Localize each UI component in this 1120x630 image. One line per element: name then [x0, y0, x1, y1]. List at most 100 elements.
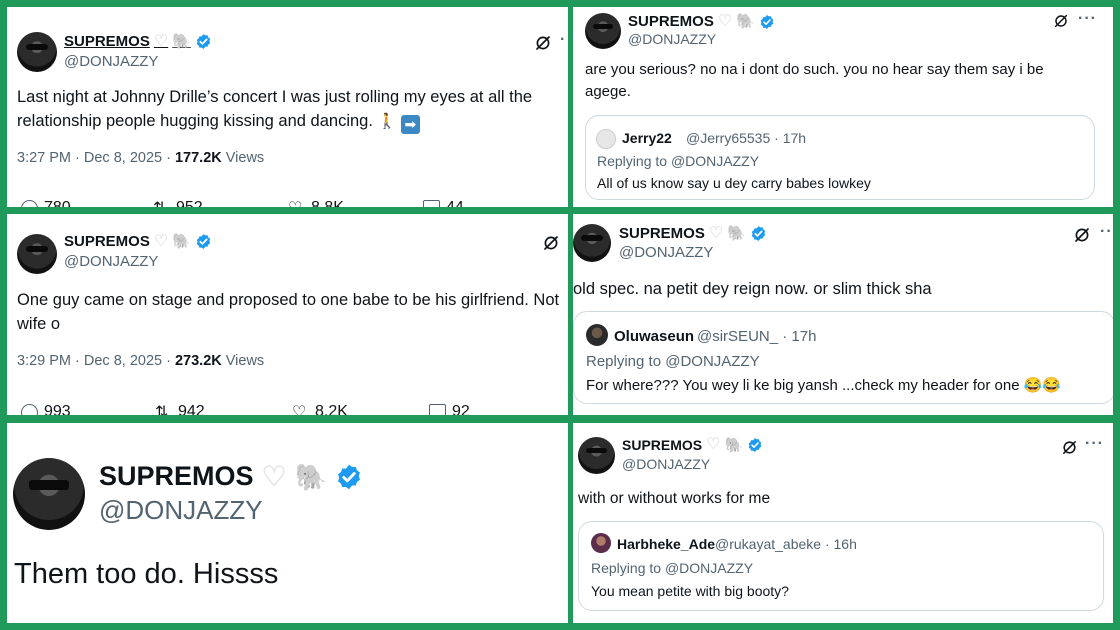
display-name-text: SUPREMOS — [628, 13, 714, 30]
reply-button[interactable]: 780 — [21, 199, 71, 207]
quoted-tweet[interactable]: Jerry22 @Jerry65535 · 17h Replying to @D… — [585, 115, 1095, 200]
tweet-panel-5[interactable]: SUPREMOS ♡ 🐘 @DONJAZZY Them too do. Hiss… — [7, 423, 568, 623]
grok-icon[interactable] — [1061, 439, 1078, 456]
views-count: 273.2K — [174, 353, 222, 369]
like-button[interactable]: ♡ 8.8K — [288, 199, 344, 207]
display-name[interactable]: SUPREMOS ♡ 🐘 — [619, 225, 767, 242]
avatar[interactable] — [13, 458, 85, 530]
quote-handle[interactable]: @sirSEUN_ · 17h — [697, 328, 816, 345]
tweet-panel-4[interactable]: SUPREMOS ♡ 🐘 @DONJAZZY ·· old spec. na p… — [573, 214, 1113, 415]
timestamp[interactable]: 3:27 PM · Dec 8, 2025 · — [17, 150, 175, 166]
user-handle[interactable]: @DONJAZZY — [619, 244, 713, 261]
reply-icon — [21, 199, 38, 207]
reply-button[interactable]: 993 — [21, 403, 71, 415]
tweet-panel-3[interactable]: SUPREMOS ♡ 🐘 @DONJAZZY One guy came on s… — [7, 214, 568, 415]
replying-to-handle[interactable]: @DONJAZZY — [665, 353, 759, 370]
white-heart-icon: ♡ — [708, 224, 724, 242]
user-handle[interactable]: @DONJAZZY — [64, 53, 158, 70]
tweet-text: are you serious? no na i dont do such. y… — [585, 61, 1044, 100]
verified-badge-icon — [759, 14, 775, 30]
tweet-panel-1[interactable]: SUPREMOS ♡ 🐘 @DONJAZZY · Last night at J… — [7, 7, 568, 207]
elephant-icon: 🐘 — [727, 225, 746, 242]
more-icon[interactable]: ·· — [1100, 223, 1113, 241]
display-name-text: SUPREMOS — [64, 233, 150, 250]
like-count: 8.2K — [315, 403, 348, 415]
display-name[interactable]: SUPREMOS ♡ 🐘 — [622, 437, 763, 453]
bookmark-count: 92 — [452, 403, 470, 415]
grok-icon[interactable] — [1073, 226, 1091, 244]
white-heart-icon: ♡ — [261, 460, 287, 492]
quote-avatar — [586, 324, 608, 346]
timestamp[interactable]: 3:29 PM · Dec 8, 2025 · — [17, 353, 175, 369]
display-name[interactable]: SUPREMOS ♡ 🐘 — [99, 461, 363, 492]
user-handle[interactable]: @DONJAZZY — [622, 456, 710, 472]
white-heart-icon: ♡ — [153, 232, 169, 250]
display-name-text: SUPREMOS — [64, 33, 150, 50]
display-name[interactable]: SUPREMOS ♡ 🐘 — [64, 33, 212, 50]
quote-text: You mean petite with big booty? — [591, 583, 789, 599]
reply-icon — [21, 403, 38, 415]
like-icon: ♡ — [292, 403, 307, 416]
verified-badge-icon — [195, 33, 212, 50]
avatar[interactable] — [17, 32, 57, 72]
replying-to-handle[interactable]: @DONJAZZY — [671, 153, 759, 169]
views-label: Views — [221, 353, 265, 369]
display-name[interactable]: SUPREMOS ♡ 🐘 — [64, 233, 212, 250]
like-button[interactable]: ♡ 8.2K — [292, 403, 348, 415]
more-icon[interactable]: · — [560, 31, 566, 49]
elephant-icon: 🐘 — [736, 13, 755, 30]
display-name[interactable]: SUPREMOS ♡ 🐘 — [628, 13, 775, 30]
reply-count: 780 — [44, 199, 71, 207]
quoted-tweet[interactable]: Oluwaseun @sirSEUN_ · 17h Replying to @D… — [573, 311, 1113, 404]
user-handle[interactable]: @DONJAZZY — [628, 31, 716, 47]
avatar[interactable] — [585, 13, 621, 49]
white-heart-icon: ♡ — [153, 32, 169, 50]
quoted-tweet[interactable]: Harbheke_Ade @rukayat_abeke · 16h Replyi… — [578, 521, 1104, 611]
elephant-icon: 🐘 — [172, 233, 191, 250]
replying-to: Replying to @DONJAZZY — [586, 353, 760, 370]
tweet-meta: 3:27 PM · Dec 8, 2025 · 177.2K Views — [17, 150, 264, 166]
bookmark-button[interactable]: 92 — [429, 403, 470, 415]
bookmark-button[interactable]: 44 — [423, 199, 464, 207]
tweet-text: Last night at Johnny Drille’s concert I … — [17, 85, 562, 134]
tweet-text: Them too do. Hissss — [14, 558, 279, 590]
like-count: 8.8K — [311, 199, 344, 207]
tweet-panel-2[interactable]: SUPREMOS ♡ 🐘 @DONJAZZY ··· are you serio… — [573, 7, 1113, 207]
repost-button[interactable]: ⇅ 942 — [155, 403, 205, 415]
tweet-text-body: Last night at Johnny Drille’s concert I … — [17, 88, 533, 130]
replying-to: Replying to @DONJAZZY — [597, 153, 759, 169]
avatar[interactable] — [578, 437, 615, 474]
like-icon: ♡ — [288, 200, 305, 208]
grok-icon[interactable] — [534, 34, 552, 52]
replying-to-handle[interactable]: @DONJAZZY — [665, 560, 753, 576]
verified-badge-icon — [747, 437, 763, 453]
display-name-text: SUPREMOS — [99, 461, 254, 491]
user-handle[interactable]: @DONJAZZY — [99, 495, 263, 526]
reply-count: 993 — [44, 403, 71, 415]
quote-handle[interactable]: @Jerry65535 · 17h — [686, 130, 806, 146]
bookmark-icon — [429, 403, 446, 415]
avatar[interactable] — [573, 224, 611, 262]
white-heart-icon: ♡ — [706, 436, 721, 453]
grok-icon[interactable] — [1053, 13, 1069, 29]
verified-badge-icon — [335, 463, 363, 491]
quote-name[interactable]: Harbheke_Ade — [617, 536, 715, 552]
quote-avatar — [596, 129, 616, 149]
tweet-panel-6[interactable]: SUPREMOS ♡ 🐘 @DONJAZZY ··· with or witho… — [573, 423, 1113, 623]
elephant-icon: 🐘 — [294, 461, 328, 492]
grok-icon[interactable] — [542, 234, 560, 252]
avatar[interactable] — [17, 234, 57, 274]
elephant-icon: 🐘 — [724, 436, 744, 454]
repost-button[interactable]: ⇅ 952 — [153, 199, 203, 207]
collage: SUPREMOS ♡ 🐘 @DONJAZZY · Last night at J… — [0, 0, 1120, 630]
quote-handle[interactable]: @rukayat_abeke · 16h — [715, 536, 857, 552]
quote-name[interactable]: Oluwaseun — [614, 328, 694, 345]
views-count: 177.2K — [174, 150, 222, 166]
replying-to: Replying to @DONJAZZY — [591, 560, 753, 576]
tweet-text: old spec. na petit dey reign now. or sli… — [573, 280, 932, 298]
more-icon[interactable]: ··· — [1085, 435, 1104, 453]
user-handle[interactable]: @DONJAZZY — [64, 253, 158, 270]
tweet-text: with or without works for me — [578, 490, 771, 507]
quote-name[interactable]: Jerry22 — [622, 130, 672, 146]
more-icon[interactable]: ··· — [1078, 10, 1097, 28]
